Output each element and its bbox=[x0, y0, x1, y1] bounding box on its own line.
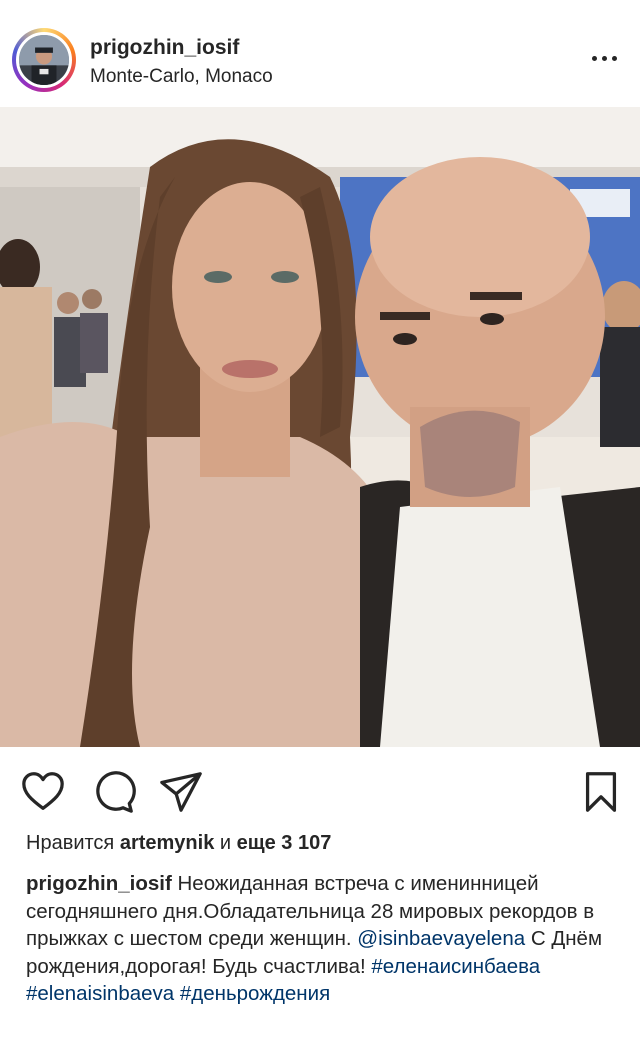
caption-username[interactable]: prigozhin_iosif bbox=[26, 872, 172, 895]
action-bar bbox=[0, 747, 640, 827]
likes-prefix: Нравится bbox=[26, 832, 115, 854]
bookmark-icon[interactable] bbox=[578, 769, 624, 815]
post-photo[interactable] bbox=[0, 107, 640, 747]
likes-middle: и bbox=[219, 832, 232, 854]
hashtag-link[interactable]: #elenaisinbaeva bbox=[26, 982, 174, 1005]
hashtag-link[interactable]: #еленаисинбаева bbox=[371, 955, 540, 978]
post-header: prigozhin_iosif Monte-Carlo, Monaco bbox=[0, 0, 640, 107]
paper-plane-icon[interactable] bbox=[158, 769, 204, 815]
avatar[interactable] bbox=[16, 32, 72, 88]
story-ring[interactable] bbox=[12, 28, 76, 92]
liker-username[interactable]: artemynik bbox=[120, 832, 215, 854]
hashtag-link[interactable]: #деньрождения bbox=[180, 982, 330, 1005]
caption-mention[interactable]: @isinbaevayelena bbox=[357, 927, 525, 950]
post-location[interactable]: Monte-Carlo, Monaco bbox=[90, 66, 273, 88]
more-horizontal-icon[interactable] bbox=[590, 46, 620, 70]
post-username[interactable]: prigozhin_iosif bbox=[90, 36, 239, 60]
heart-icon[interactable] bbox=[20, 769, 66, 815]
likes-line: Нравится artemynik и еще 3 107 bbox=[26, 832, 331, 855]
post-caption: prigozhin_iosif Неожиданная встреча с им… bbox=[26, 870, 626, 1008]
likes-count[interactable]: еще 3 107 bbox=[237, 832, 332, 854]
comment-icon[interactable] bbox=[90, 769, 136, 815]
